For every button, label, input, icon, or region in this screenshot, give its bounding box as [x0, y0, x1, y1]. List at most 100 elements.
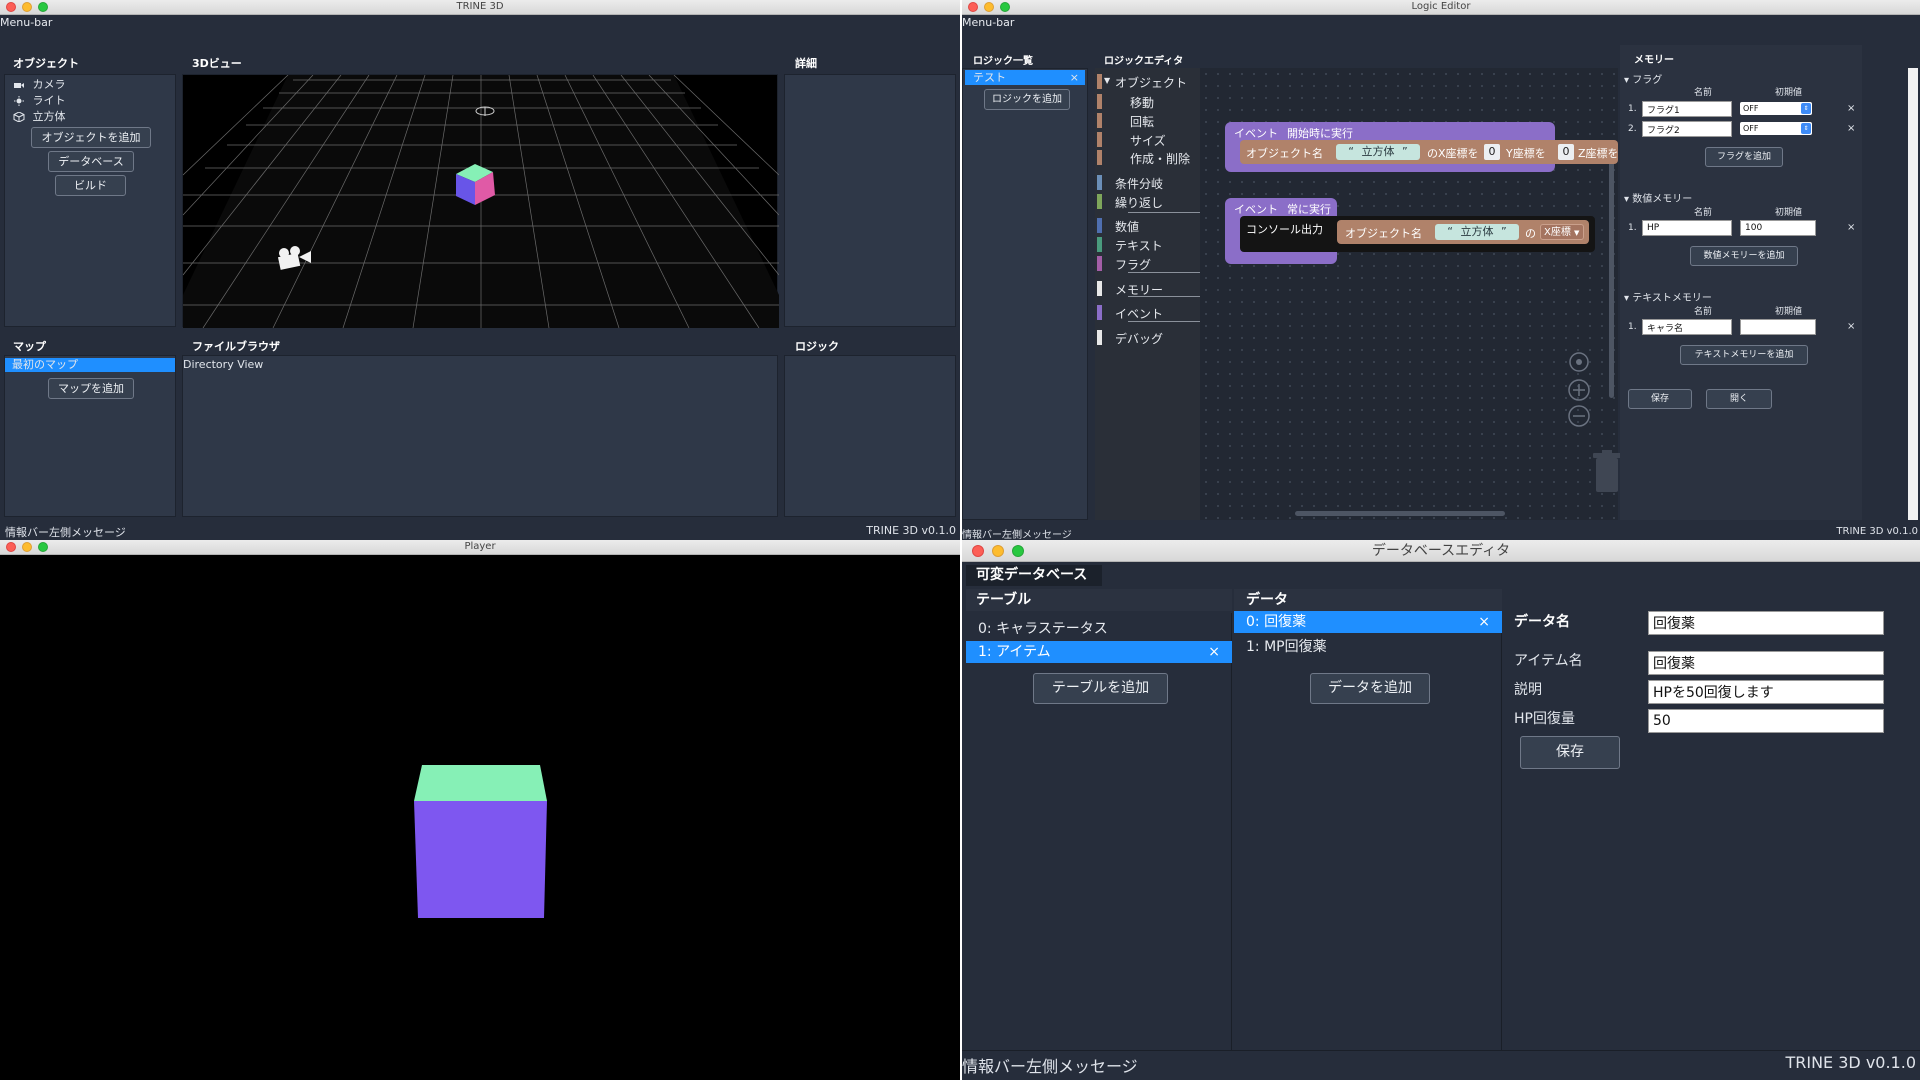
- title-bar[interactable]: TRINE 3D: [0, 0, 960, 15]
- close-icon[interactable]: [972, 545, 984, 557]
- category-item[interactable]: 作成・削除: [1095, 149, 1200, 166]
- data-item[interactable]: 1: MP回復薬: [1234, 636, 1502, 658]
- section-title: 数値メモリー: [1632, 194, 1693, 205]
- property-dropdown[interactable]: X座標 ▼: [1540, 224, 1584, 240]
- category-item[interactable]: デバッグ: [1095, 329, 1200, 346]
- add-data-button[interactable]: データを追加: [1310, 673, 1430, 704]
- remove-icon[interactable]: ×: [1208, 641, 1220, 663]
- y-value-input[interactable]: 0: [1558, 144, 1574, 160]
- flag-init-select[interactable]: OFF ⇕: [1740, 102, 1812, 115]
- table-item-selected[interactable]: 1: アイテム ×: [966, 641, 1232, 663]
- maximize-icon[interactable]: [1012, 545, 1024, 557]
- vertical-scrollbar[interactable]: [1609, 158, 1614, 398]
- close-icon[interactable]: [968, 2, 978, 12]
- remove-icon[interactable]: ×: [1478, 611, 1490, 633]
- category-item[interactable]: イベント: [1095, 304, 1200, 321]
- delete-flag-icon[interactable]: ×: [1847, 123, 1855, 134]
- description-input[interactable]: [1648, 680, 1884, 704]
- delete-number-icon[interactable]: ×: [1847, 222, 1855, 233]
- expand-triangle-icon[interactable]: ▼: [1104, 76, 1110, 85]
- category-item[interactable]: サイズ: [1095, 131, 1200, 148]
- hp-recovery-input[interactable]: [1648, 709, 1884, 733]
- remove-icon[interactable]: ×: [1070, 70, 1079, 85]
- number-name-input[interactable]: [1642, 220, 1732, 236]
- string-pill[interactable]: “ 立方体 ”: [1435, 224, 1519, 240]
- flag-section-header[interactable]: ▾ フラグ: [1624, 71, 1662, 86]
- logic-workspace[interactable]: イベント 開始時に実行 オブジェクト名 “ 立方体 ” のX座標を 0 Y座標を…: [1200, 68, 1621, 520]
- flag-init-select[interactable]: OFF ⇕: [1740, 122, 1812, 135]
- item-name-input[interactable]: [1648, 651, 1884, 675]
- database-tab[interactable]: 可変データベース: [966, 565, 1102, 586]
- close-icon[interactable]: [6, 2, 16, 12]
- build-button[interactable]: ビルド: [55, 175, 126, 196]
- title-bar[interactable]: Player: [0, 540, 960, 555]
- minimize-icon[interactable]: [22, 2, 32, 12]
- zoom-in-icon[interactable]: [1568, 379, 1590, 401]
- 3d-viewport[interactable]: [182, 74, 780, 329]
- add-text-memory-button[interactable]: テキストメモリーを追加: [1680, 345, 1808, 365]
- open-button[interactable]: 開く: [1706, 389, 1772, 409]
- add-number-memory-button[interactable]: 数値メモリーを追加: [1690, 246, 1798, 266]
- category-item[interactable]: 移動: [1095, 93, 1200, 110]
- number-section-header[interactable]: ▾ 数値メモリー: [1624, 190, 1692, 205]
- text-section-header[interactable]: ▾ テキストメモリー: [1624, 289, 1712, 304]
- object-item-light[interactable]: ライト: [13, 92, 66, 108]
- maximize-icon[interactable]: [1000, 2, 1010, 12]
- recenter-icon[interactable]: [1569, 352, 1589, 372]
- menu-bar[interactable]: Menu-bar: [962, 16, 1014, 29]
- set-position-block-tail[interactable]: 0 Z座標を: [1556, 140, 1619, 164]
- database-button[interactable]: データベース: [48, 151, 134, 172]
- table-item[interactable]: 0: キャラステータス: [966, 618, 1232, 640]
- data-name-input[interactable]: [1648, 611, 1884, 635]
- trash-icon[interactable]: [1590, 450, 1624, 494]
- category-item[interactable]: テキスト: [1095, 236, 1200, 253]
- console-output-block[interactable]: コンソール出力 オブジェクト名 “ 立方体 ” の X座標 ▼: [1240, 216, 1595, 252]
- add-flag-button[interactable]: フラグを追加: [1705, 147, 1783, 167]
- category-item[interactable]: フラグ: [1095, 255, 1200, 272]
- category-item[interactable]: オブジェクト ▼: [1095, 73, 1200, 90]
- title-bar[interactable]: Logic Editor: [962, 0, 1920, 15]
- column-name: 名前: [1694, 88, 1713, 98]
- set-position-block[interactable]: オブジェクト名 “ 立方体 ” のX座標を 0 Y座標を: [1240, 140, 1560, 164]
- object-property-block[interactable]: オブジェクト名 “ 立方体 ” の X座標 ▼: [1337, 220, 1589, 244]
- add-object-button[interactable]: オブジェクトを追加: [31, 127, 151, 148]
- save-button[interactable]: 保存: [1520, 736, 1620, 769]
- object-item-cube[interactable]: 立方体: [13, 108, 66, 124]
- event-block-start[interactable]: イベント 開始時に実行 オブジェクト名 “ 立方体 ” のX座標を 0 Y座標を: [1225, 122, 1560, 172]
- title-bar[interactable]: データベースエディタ: [962, 540, 1920, 562]
- category-item[interactable]: 回転: [1095, 112, 1200, 129]
- maximize-icon[interactable]: [38, 2, 48, 12]
- number-init-input[interactable]: [1740, 220, 1816, 236]
- category-item[interactable]: 数値: [1095, 217, 1200, 234]
- text-init-input[interactable]: [1740, 319, 1816, 335]
- memory-scrollbar[interactable]: [1908, 68, 1918, 520]
- category-item[interactable]: 繰り返し: [1095, 193, 1200, 210]
- horizontal-scrollbar[interactable]: [1295, 511, 1505, 516]
- data-item-selected[interactable]: 0: 回復薬 ×: [1234, 611, 1502, 633]
- logic-list-item[interactable]: テスト ×: [965, 70, 1085, 85]
- player-viewport[interactable]: [0, 555, 960, 1080]
- maximize-icon[interactable]: [38, 542, 48, 552]
- category-item[interactable]: 条件分岐: [1095, 174, 1200, 191]
- map-item[interactable]: 最初のマップ: [5, 358, 175, 372]
- delete-text-icon[interactable]: ×: [1847, 321, 1855, 332]
- add-table-button[interactable]: テーブルを追加: [1033, 673, 1168, 704]
- minimize-icon[interactable]: [22, 542, 32, 552]
- close-icon[interactable]: [6, 542, 16, 552]
- flag-name-input[interactable]: [1642, 101, 1732, 117]
- category-label: フラグ: [1115, 258, 1152, 272]
- delete-flag-icon[interactable]: ×: [1847, 103, 1855, 114]
- flag-name-input[interactable]: [1642, 121, 1732, 137]
- save-button[interactable]: 保存: [1628, 389, 1692, 409]
- category-item[interactable]: メモリー: [1095, 280, 1200, 297]
- zoom-out-icon[interactable]: [1568, 405, 1590, 427]
- string-pill[interactable]: “ 立方体 ”: [1336, 144, 1420, 160]
- minimize-icon[interactable]: [992, 545, 1004, 557]
- object-item-camera[interactable]: カメラ: [13, 76, 66, 92]
- minimize-icon[interactable]: [984, 2, 994, 12]
- menu-bar[interactable]: Menu-bar: [0, 16, 52, 29]
- x-value-input[interactable]: 0: [1484, 144, 1500, 160]
- add-logic-button[interactable]: ロジックを追加: [984, 89, 1070, 110]
- text-name-input[interactable]: [1642, 319, 1732, 335]
- add-map-button[interactable]: マップを追加: [48, 378, 134, 399]
